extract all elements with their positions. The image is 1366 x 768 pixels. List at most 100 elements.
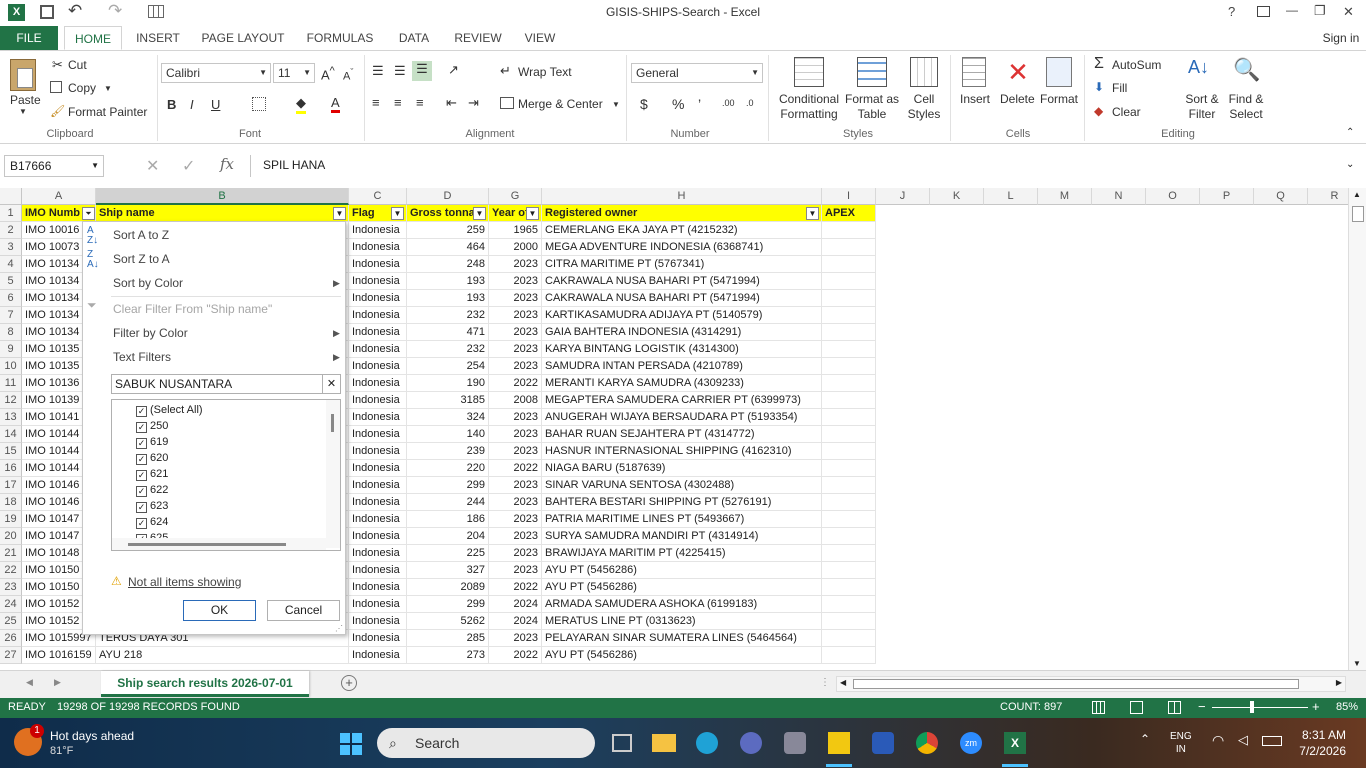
row-header[interactable]: 3 (0, 239, 22, 256)
increase-decimal-icon[interactable]: .00 (722, 98, 735, 108)
header-cell-apex[interactable]: APEX (822, 205, 876, 222)
cancel-button[interactable]: Cancel (267, 600, 340, 621)
bold-button[interactable]: B (167, 97, 176, 112)
number-format-select[interactable]: General ▼ (631, 63, 763, 83)
table-cell[interactable]: 2023 (489, 630, 542, 647)
filter-applied-icon[interactable]: ⏷ (82, 207, 95, 220)
table-cell[interactable]: 2023 (489, 511, 542, 528)
column-header[interactable]: H (542, 188, 822, 205)
table-cell[interactable] (822, 511, 876, 528)
find-select-button[interactable]: Find & Select (1224, 92, 1268, 122)
table-cell[interactable]: BAHTERA BESTARI SHIPPING PT (5276191) (542, 494, 822, 511)
text-filters-item[interactable]: Text Filters (113, 350, 171, 364)
align-bottom-icon[interactable]: ☰ (412, 61, 432, 81)
new-sheet-button[interactable]: + (341, 675, 357, 691)
task-view-icon[interactable] (612, 734, 632, 752)
table-cell[interactable]: 244 (407, 494, 489, 511)
table-cell[interactable]: 259 (407, 222, 489, 239)
page-layout-view-icon[interactable] (1130, 701, 1143, 714)
filter-checkbox[interactable]: ✓ (136, 470, 147, 481)
table-cell[interactable]: PELAYARAN SINAR SUMATERA LINES (5464564) (542, 630, 822, 647)
filter-checkbox-label[interactable]: 623 (150, 500, 168, 512)
column-header[interactable]: J (876, 188, 930, 205)
row-header[interactable]: 4 (0, 256, 22, 273)
table-cell[interactable]: Indonesia (349, 579, 407, 596)
currency-button[interactable]: $ (640, 96, 648, 112)
table-cell[interactable]: ARMADA SAMUDERA ASHOKA (6199183) (542, 596, 822, 613)
ribbon-display-icon[interactable] (1257, 6, 1270, 17)
list-horizontal-scrollbar[interactable] (112, 538, 326, 550)
filter-dropdown-icon[interactable]: ▼ (391, 207, 404, 220)
table-cell[interactable]: Indonesia (349, 307, 407, 324)
column-header[interactable]: A (22, 188, 96, 205)
table-cell[interactable]: 464 (407, 239, 489, 256)
row-header[interactable]: 25 (0, 613, 22, 630)
vertical-scrollbar-track[interactable]: ▲ ▼ (1348, 188, 1366, 670)
copy-icon[interactable] (50, 81, 62, 93)
table-cell[interactable]: Indonesia (349, 239, 407, 256)
table-cell[interactable]: 2089 (407, 579, 489, 596)
align-left-icon[interactable]: ≡ (372, 95, 380, 110)
row-header[interactable]: 7 (0, 307, 22, 324)
zoom-slider[interactable] (1212, 701, 1308, 713)
table-cell[interactable] (822, 358, 876, 375)
filter-dropdown-icon[interactable]: ▼ (333, 207, 346, 220)
row-header[interactable]: 20 (0, 528, 22, 545)
table-cell[interactable]: KARTIKASAMUDRA ADIJAYA PT (5140579) (542, 307, 822, 324)
wrap-text-icon[interactable]: ↵ (500, 63, 511, 79)
table-cell[interactable]: 2023 (489, 562, 542, 579)
table-cell[interactable]: 2023 (489, 290, 542, 307)
table-cell[interactable]: 2023 (489, 273, 542, 290)
table-cell[interactable]: Indonesia (349, 358, 407, 375)
table-cell[interactable]: Indonesia (349, 426, 407, 443)
paste-button[interactable]: Paste (10, 93, 41, 107)
zoom-app-icon[interactable]: zm (960, 732, 982, 754)
underline-button[interactable]: U (211, 97, 220, 112)
table-cell[interactable]: CEMERLANG EKA JAYA PT (4215232) (542, 222, 822, 239)
column-header[interactable]: C (349, 188, 407, 205)
table-cell[interactable]: Indonesia (349, 443, 407, 460)
sort-filter-button[interactable]: Sort & Filter (1180, 92, 1224, 122)
table-cell[interactable]: 2023 (489, 426, 542, 443)
filter-values-list[interactable]: ✓ (Select All) ✓ 250 ✓ 619 ✓ 620 ✓ 621 ✓ 622 ✓ 623 ✓ 62… (111, 399, 341, 551)
table-cell[interactable] (822, 596, 876, 613)
table-cell[interactable]: 2022 (489, 579, 542, 596)
column-header[interactable]: N (1092, 188, 1146, 205)
tab-page-layout[interactable]: PAGE LAYOUT (196, 26, 290, 50)
scroll-right-icon[interactable]: ▶ (1336, 678, 1342, 687)
merge-center-button[interactable]: Merge & Center (518, 97, 603, 111)
header-cell-ship-name[interactable]: Ship name (96, 205, 349, 222)
filter-checkbox-label[interactable]: (Select All) (150, 404, 203, 416)
table-cell[interactable]: Indonesia (349, 647, 407, 664)
qat-customize-icon[interactable] (148, 5, 164, 18)
restore-button[interactable]: ❐ (1314, 3, 1326, 19)
row-header[interactable]: 12 (0, 392, 22, 409)
table-cell[interactable]: GAIA BAHTERA INDONESIA (4314291) (542, 324, 822, 341)
clear-search-icon[interactable]: ✕ (322, 375, 340, 393)
table-cell[interactable]: Indonesia (349, 341, 407, 358)
table-cell[interactable]: 248 (407, 256, 489, 273)
row-header[interactable]: 1 (0, 205, 22, 222)
zoom-slider-thumb[interactable] (1250, 701, 1254, 713)
increase-indent-icon[interactable]: ⇥ (468, 95, 479, 111)
table-cell[interactable] (822, 494, 876, 511)
cut-icon[interactable]: ✂ (52, 57, 63, 73)
filter-checkbox[interactable]: ✓ (136, 422, 147, 433)
sort-z-to-a-item[interactable]: Sort Z to A (113, 252, 170, 266)
horizontal-scrollbar[interactable]: ◀ ▶ (836, 676, 1346, 692)
table-cell[interactable]: 2023 (489, 545, 542, 562)
tab-insert[interactable]: INSERT (130, 26, 186, 50)
cut-button[interactable]: Cut (68, 58, 87, 72)
table-cell[interactable]: 204 (407, 528, 489, 545)
table-cell[interactable]: Indonesia (349, 545, 407, 562)
table-cell[interactable]: BAHAR RUAN SEJAHTERA PT (4314772) (542, 426, 822, 443)
collapse-ribbon-icon[interactable]: ⌃ (1346, 127, 1354, 138)
scrollbar-thumb[interactable] (1352, 206, 1364, 222)
table-cell[interactable]: 2023 (489, 341, 542, 358)
conditional-formatting-button[interactable]: Conditional Formatting (776, 92, 842, 122)
scroll-left-icon[interactable]: ◀ (840, 678, 846, 687)
table-cell[interactable] (822, 324, 876, 341)
camera-app-icon[interactable] (784, 732, 806, 754)
table-cell[interactable] (822, 273, 876, 290)
resize-grip-icon[interactable]: ⋰ (335, 624, 343, 633)
